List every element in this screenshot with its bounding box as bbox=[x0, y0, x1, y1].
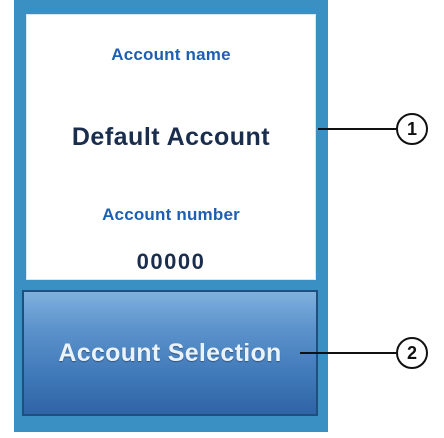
account-info-panel: Account name Default Account Account num… bbox=[26, 14, 316, 280]
callout-marker-2: 2 bbox=[396, 337, 428, 369]
callout-line-2 bbox=[300, 352, 396, 354]
callout-marker-1: 1 bbox=[396, 113, 428, 145]
account-selection-button-label: Account Selection bbox=[58, 338, 282, 367]
account-name-label: Account name bbox=[111, 45, 231, 64]
callout-line-1 bbox=[318, 128, 396, 130]
account-selection-button[interactable]: Account Selection bbox=[22, 290, 318, 416]
account-name-value: Default Account bbox=[71, 123, 271, 151]
screen: Account name Default Account Account num… bbox=[0, 0, 444, 438]
device-frame: Account name Default Account Account num… bbox=[14, 0, 328, 432]
account-number-label: Account number bbox=[102, 205, 240, 224]
account-number-value: 00000 bbox=[136, 249, 206, 274]
